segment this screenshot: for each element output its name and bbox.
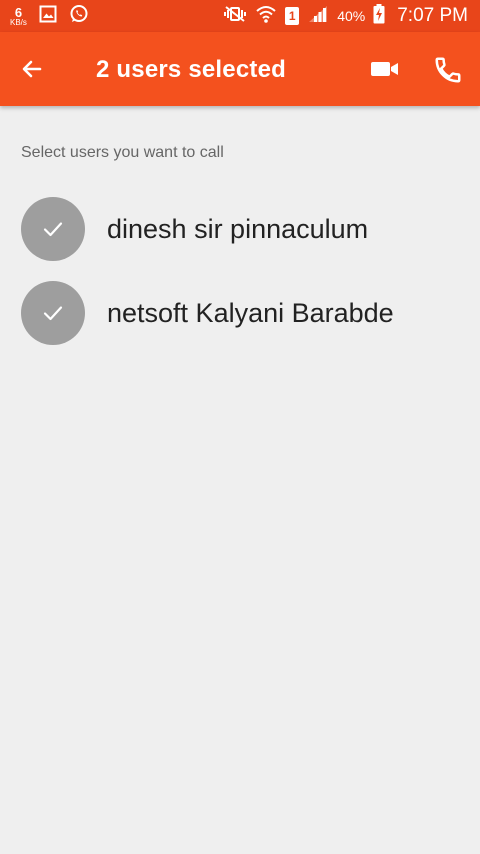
user-name: dinesh sir pinnaculum xyxy=(107,214,369,244)
network-speed-unit: KB/s xyxy=(10,17,27,27)
vibrate-mute-icon xyxy=(223,5,247,28)
status-left: 6 KB/s xyxy=(10,0,89,32)
avatar xyxy=(21,197,85,261)
user-list-item[interactable]: dinesh sir pinnaculum xyxy=(0,196,480,266)
app-bar: 2 users selected xyxy=(0,32,480,106)
battery-charging-icon xyxy=(373,3,385,29)
status-bar: 6 KB/s 1 40% 7:07 PM xyxy=(0,0,480,32)
sim-slot-badge: 1 xyxy=(285,7,300,25)
instruction-text: Select users you want to call xyxy=(21,144,224,161)
whatsapp-icon xyxy=(69,4,89,29)
video-call-button[interactable] xyxy=(368,56,402,82)
network-speed-value: 6 xyxy=(14,4,23,20)
network-speed: 6 KB/s xyxy=(10,6,27,27)
back-button[interactable] xyxy=(18,55,46,83)
signal-icon xyxy=(307,5,329,28)
checkmark-icon xyxy=(43,222,63,237)
page-title: 2 users selected xyxy=(96,56,286,83)
phone-icon xyxy=(435,57,461,83)
user-list-item[interactable]: netsoft Kalyani Barabde xyxy=(0,280,480,350)
checkmark-icon xyxy=(43,306,63,321)
voice-call-button[interactable] xyxy=(432,54,464,86)
gallery-icon xyxy=(39,5,57,28)
video-camera-icon xyxy=(371,62,398,76)
user-name: netsoft Kalyani Barabde xyxy=(107,298,394,328)
status-clock: 7:07 PM xyxy=(397,5,468,26)
battery-percent: 40% xyxy=(337,8,366,24)
status-right: 1 40% 7:07 PM xyxy=(223,0,468,32)
arrow-left-icon xyxy=(22,60,42,78)
wifi-icon xyxy=(255,4,277,29)
avatar xyxy=(21,281,85,345)
